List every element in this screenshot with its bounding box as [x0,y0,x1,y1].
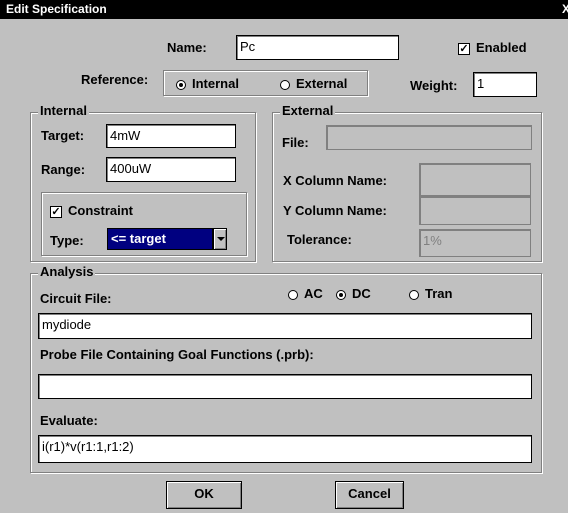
analysis-group-title: Analysis [38,264,96,279]
evaluate-input[interactable]: i(r1)*v(r1:1,r1:2) [38,435,532,463]
radio-unchecked-icon [280,79,290,90]
reference-internal-radio[interactable]: Internal [176,76,239,91]
mode-dc-radio[interactable]: DC [336,286,371,301]
radio-checked-icon [336,289,346,300]
tolerance-label: Tolerance: [287,232,352,247]
reference-internal-label: Internal [192,76,239,91]
cancel-button[interactable]: Cancel [335,481,404,509]
evaluate-label: Evaluate: [40,413,98,428]
dialog-title: Edit Specification [6,2,107,16]
circuit-file-input[interactable]: mydiode [38,313,532,339]
close-icon[interactable]: X [562,0,568,19]
mode-dc-label: DC [352,286,371,301]
probe-file-label: Probe File Containing Goal Functions (.p… [40,347,314,362]
tolerance-input[interactable]: 1% [419,229,531,257]
radio-unchecked-icon [409,289,419,300]
name-input[interactable]: Pc [236,35,399,60]
range-input[interactable]: 400uW [106,157,236,182]
y-column-input[interactable] [419,196,531,225]
radio-checked-icon [176,79,186,90]
mode-ac-radio[interactable]: AC [288,286,323,301]
x-column-label: X Column Name: [283,173,388,188]
external-file-input[interactable] [326,125,532,150]
file-label: File: [282,135,309,150]
external-group-title: External [280,103,336,118]
circuit-file-label: Circuit File: [40,291,112,306]
reference-external-radio[interactable]: External [280,76,347,91]
reference-label: Reference: [81,72,149,87]
probe-file-input[interactable] [38,374,532,399]
chevron-down-icon[interactable] [213,228,227,250]
mode-ac-label: AC [304,286,323,301]
constraint-label: Constraint [68,203,133,218]
name-label: Name: [167,40,207,55]
weight-label: Weight: [410,78,458,93]
type-label: Type: [50,233,84,248]
ok-button[interactable]: OK [166,481,242,509]
reference-external-label: External [296,76,348,91]
mode-tran-label: Tran [425,286,453,301]
title-bar[interactable]: Edit Specification X [0,0,568,19]
weight-input[interactable]: 1 [473,72,537,97]
enabled-checkbox[interactable]: ✓ Enabled [458,40,527,55]
mode-tran-radio[interactable]: Tran [409,286,452,301]
internal-group-title: Internal [38,103,89,118]
constraint-checkbox[interactable]: ✓ Constraint [50,203,133,218]
x-column-input[interactable] [419,163,531,196]
edit-specification-dialog: Edit Specification X Name: Pc ✓ Enabled R… [0,0,568,513]
type-select[interactable]: <= target [107,228,213,250]
target-input[interactable]: 4mW [106,124,236,148]
enabled-check-icon: ✓ [458,42,470,55]
y-column-label: Y Column Name: [283,203,387,218]
radio-unchecked-icon [288,289,298,300]
enabled-label: Enabled [476,40,527,55]
constraint-check-icon: ✓ [50,205,62,218]
range-label: Range: [41,162,86,177]
target-label: Target: [41,128,85,143]
